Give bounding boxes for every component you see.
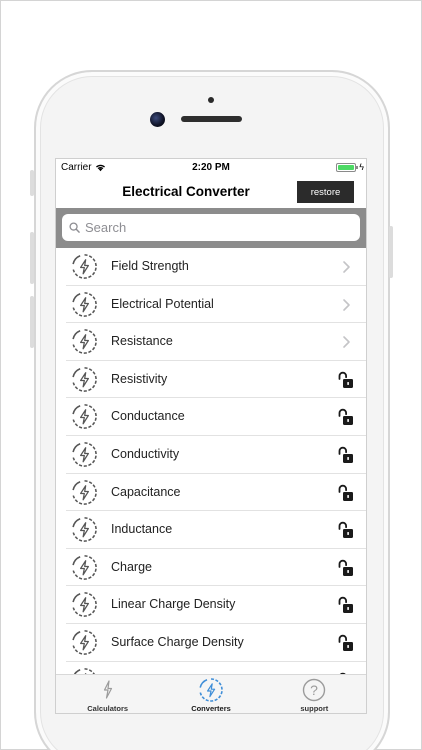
bolt-circle-icon bbox=[199, 678, 223, 702]
bolt-circle-icon bbox=[72, 404, 97, 430]
battery-level bbox=[338, 165, 354, 170]
unlock-icon bbox=[338, 484, 353, 501]
list-item-label: Conductance bbox=[111, 409, 185, 424]
list-item[interactable]: Charge bbox=[66, 549, 366, 587]
navigation-bar: Electrical Converter restore bbox=[56, 177, 366, 208]
app-screen: Carrier 2:20 PM ϟ Electrical Converter r… bbox=[55, 158, 367, 714]
list-item-label: Capacitance bbox=[111, 484, 181, 499]
search-field[interactable] bbox=[62, 214, 360, 241]
tab-label: Calculators bbox=[87, 704, 129, 713]
tab-calculators[interactable]: Calculators bbox=[56, 675, 159, 713]
bolt-circle-icon bbox=[72, 329, 97, 355]
charging-icon: ϟ bbox=[359, 162, 364, 172]
bolt-circle-icon bbox=[72, 592, 97, 618]
bolt-icon bbox=[103, 680, 112, 699]
tab-support[interactable]: ? support bbox=[263, 675, 366, 713]
tab-converters[interactable]: Converters bbox=[159, 675, 262, 713]
bolt-circle-icon bbox=[72, 291, 97, 317]
tab-label: support bbox=[300, 704, 329, 713]
question-circle-icon: ? bbox=[303, 678, 326, 702]
bolt-circle-icon bbox=[72, 554, 97, 580]
list-item-label: Field Strength bbox=[111, 259, 189, 273]
phone-silent-switch bbox=[30, 170, 34, 196]
list-item[interactable]: Capacitance bbox=[66, 474, 366, 512]
chevron-right-icon bbox=[343, 298, 350, 311]
list-item[interactable]: Inductance bbox=[66, 511, 366, 549]
battery-icon bbox=[336, 163, 356, 172]
bolt-circle-icon bbox=[72, 442, 97, 467]
unlock-icon bbox=[338, 522, 353, 539]
list-item[interactable]: Conductivity bbox=[66, 436, 366, 474]
phone-volume-down bbox=[30, 296, 34, 348]
page-title: Electrical Converter bbox=[122, 184, 250, 199]
search-input[interactable] bbox=[85, 220, 325, 235]
unlock-icon bbox=[338, 371, 353, 388]
battery-cap bbox=[356, 166, 358, 169]
proximity-sensor bbox=[208, 97, 214, 103]
search-bar bbox=[56, 208, 366, 248]
svg-text:?: ? bbox=[310, 682, 318, 698]
list-item-label: Resistivity bbox=[111, 371, 168, 386]
tab-label: Converters bbox=[191, 704, 231, 713]
unlock-icon bbox=[338, 559, 353, 576]
list-item[interactable]: Surface Charge Density bbox=[66, 624, 366, 662]
phone-volume-up bbox=[30, 232, 34, 284]
list-item[interactable]: Resistance bbox=[66, 323, 366, 361]
front-camera bbox=[150, 112, 165, 127]
list-item[interactable]: Field Strength bbox=[66, 248, 366, 286]
bolt-circle-icon bbox=[72, 479, 97, 505]
list-item-label: Surface Charge Density bbox=[111, 634, 244, 649]
list-item-label: Charge bbox=[111, 559, 152, 574]
list-item-label: Resistance bbox=[111, 334, 173, 349]
chevron-right-icon bbox=[343, 261, 350, 273]
bolt-circle-icon bbox=[72, 517, 97, 542]
unlock-icon bbox=[338, 409, 353, 426]
earpiece-speaker bbox=[181, 116, 242, 122]
unlock-icon bbox=[338, 597, 353, 614]
list-item[interactable]: Electrical Potential bbox=[66, 286, 366, 324]
converter-list: Field Strength Electrical Potential Resi… bbox=[56, 248, 366, 676]
restore-button[interactable]: restore bbox=[297, 181, 354, 203]
list-item[interactable]: Conductance bbox=[66, 398, 366, 436]
unlock-icon bbox=[338, 634, 353, 651]
list-item[interactable]: Linear Charge Density bbox=[66, 586, 366, 624]
list-item-label: Electrical Potential bbox=[111, 296, 214, 311]
list-item-label: Inductance bbox=[111, 522, 173, 537]
search-icon bbox=[69, 222, 80, 233]
status-time: 2:20 PM bbox=[192, 162, 230, 173]
list-item[interactable]: Resistivity bbox=[66, 361, 366, 399]
tab-bar: Calculators Converters ? support bbox=[56, 674, 366, 713]
list-item-label: Conductivity bbox=[111, 446, 180, 461]
status-bar: Carrier 2:20 PM ϟ bbox=[56, 159, 366, 177]
bolt-circle-icon bbox=[72, 366, 97, 392]
list-item-label: Linear Charge Density bbox=[111, 597, 236, 612]
unlock-icon bbox=[338, 446, 353, 463]
chevron-right-icon bbox=[343, 336, 350, 348]
bolt-circle-icon bbox=[72, 254, 97, 279]
phone-power-button bbox=[389, 226, 393, 278]
bolt-circle-icon bbox=[72, 630, 97, 655]
